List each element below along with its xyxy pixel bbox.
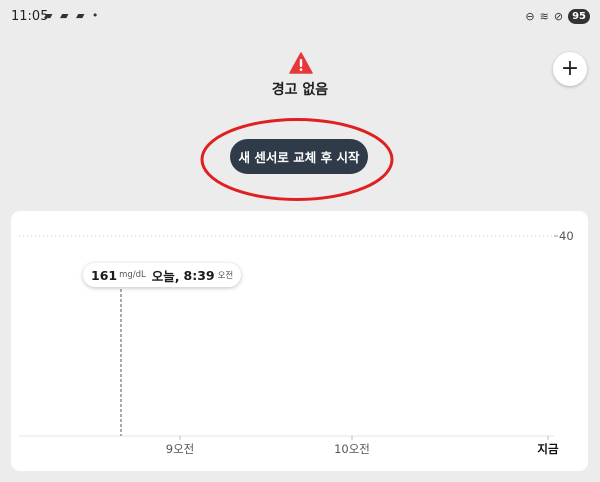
reading-tooltip: 161 mg/dL 오늘, 8:39 오전 [83, 263, 242, 287]
warning-icon [289, 52, 313, 74]
tooltip-value: 161 [91, 267, 118, 283]
tooltip-time: 8:39 [183, 267, 215, 283]
chart-grid [19, 235, 554, 437]
status-time: 11:05 [11, 9, 49, 24]
notification-icon: ▰ [44, 9, 55, 22]
more-dot-icon: • [91, 9, 101, 22]
status-bar: 11:05 ▰ ▰ ▰ • ⊖ ≋ ⊘ 95 [0, 0, 600, 36]
block-icon: ⊘ [553, 10, 564, 23]
wifi-icon: ≋ [539, 10, 549, 23]
glucose-chart-card[interactable]: 4003002008040 9오전 10오전 지금 161 mg/dL 오늘, 8:… [11, 211, 588, 471]
x-axis: 9오전 10오전 지금 [166, 436, 559, 456]
notification-icons: ▰ ▰ ▰ • [44, 9, 100, 22]
tooltip-ampm: 오전 [217, 271, 234, 281]
alert-title: 경고 없음 [271, 82, 329, 98]
x-tick-label: 지금 [537, 442, 559, 456]
replace-sensor-button[interactable]: 새 센서로 교체 후 시작 [230, 139, 368, 174]
add-button[interactable]: + [553, 52, 587, 86]
tooltip-unit: mg/dL [119, 270, 146, 280]
glucose-chart[interactable]: 4003002008040 9오전 10오전 지금 [11, 211, 588, 471]
dnd-icon: ⊖ [525, 10, 535, 23]
y-tick-label: 40 [559, 229, 574, 243]
battery-level: 95 [568, 9, 590, 24]
x-tick-label: 9오전 [166, 442, 194, 456]
plus-icon: + [560, 56, 580, 81]
notification-icon: ▰ [59, 9, 71, 22]
system-icons: ⊖ ≋ ⊘ 95 [525, 9, 590, 24]
y-axis: 4003002008040 [554, 229, 574, 243]
tooltip-day: 오늘, [151, 268, 180, 284]
x-tick-label: 10오전 [334, 442, 370, 456]
notification-icon: ▰ [75, 9, 87, 22]
